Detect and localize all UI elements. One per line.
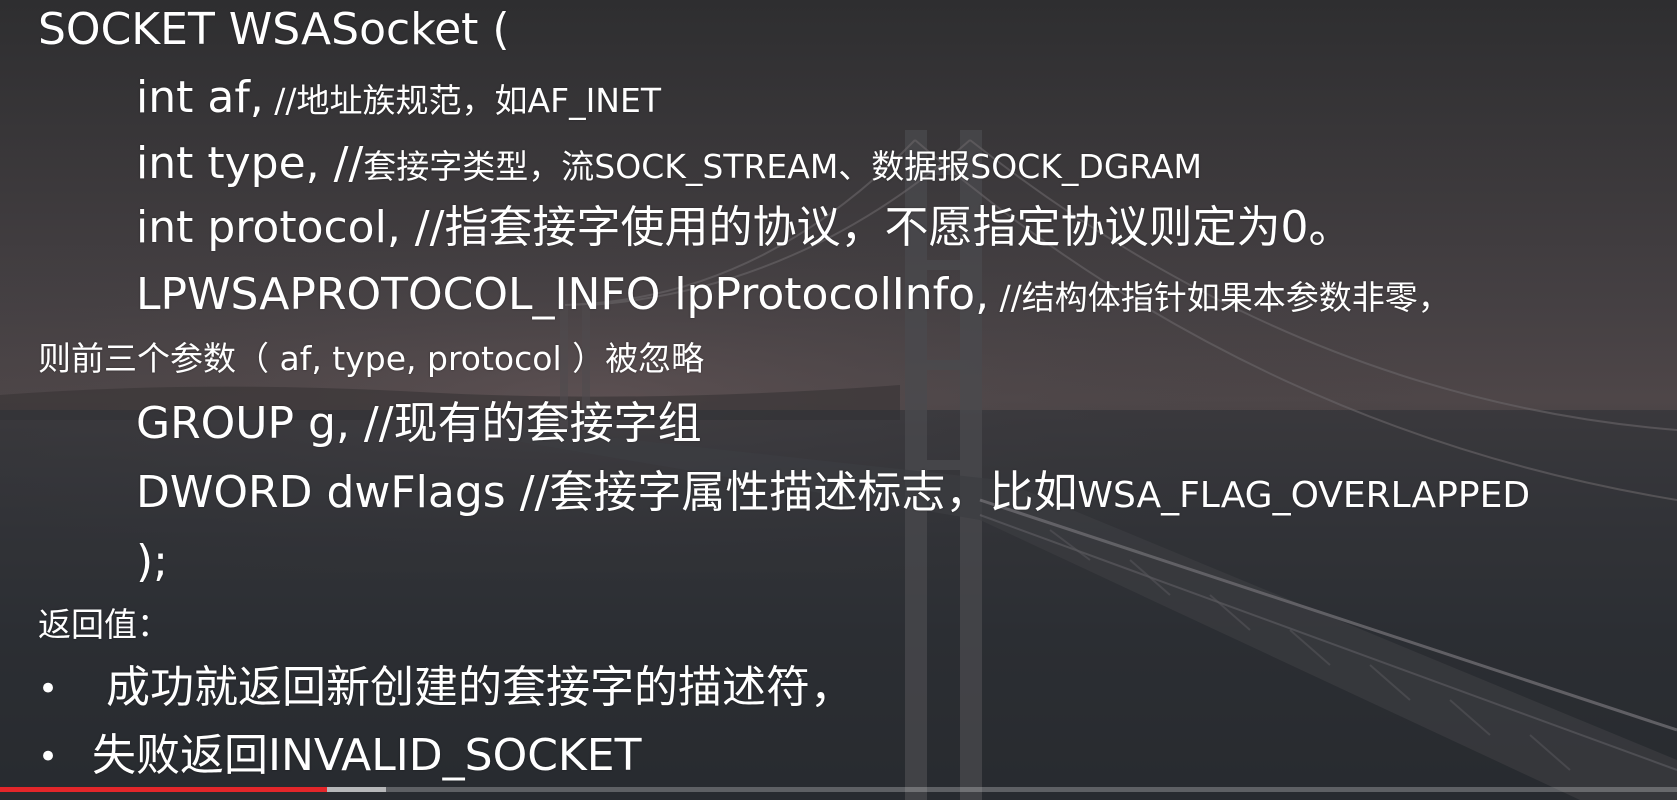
video-frame[interactable]: SOCKET WSASocket ( int af, //地址族规范，如AF_I…: [0, 0, 1677, 800]
param-type-comment: 套接字类型，流SOCK_STREAM、数据报SOCK_DGRAM: [363, 147, 1203, 186]
function-signature-text: SOCKET WSASocket (: [38, 4, 510, 55]
bullet-icon: •: [38, 669, 59, 709]
param-protocolinfo-comment: //结构体指针如果本参数非零，: [989, 278, 1451, 317]
function-signature-line: SOCKET WSASocket (: [38, 8, 510, 52]
video-progress-bar[interactable]: [0, 787, 1677, 792]
return-value-label: 返回值：: [38, 608, 170, 641]
bullet-icon: •: [38, 737, 59, 777]
param-protocol-code: int protocol, //指套接字使用的协议，不愿指定协议则定为0。: [136, 202, 1353, 253]
bullet-failure-text: 失败返回INVALID_SOCKET: [92, 730, 642, 781]
param-dwflags-code: DWORD dwFlags //套接字属性描述标志，比如: [136, 467, 1078, 518]
bullet-failure: 失败返回INVALID_SOCKET: [92, 734, 641, 778]
param-protocol-line: int protocol, //指套接字使用的协议，不愿指定协议则定为0。: [136, 206, 1352, 250]
param-protocolinfo-code: LPWSAPROTOCOL_INFO lpProtocolInfo,: [136, 269, 990, 320]
param-af-code: int af,: [136, 72, 264, 123]
param-dwflags-line: DWORD dwFlags //套接字属性描述标志，比如WSA_FLAG_OVE…: [136, 471, 1530, 515]
param-group-code: GROUP g, //现有的套接字组: [136, 398, 702, 449]
close-paren-text: );: [136, 536, 168, 587]
param-af-line: int af, //地址族规范，如AF_INET: [136, 76, 661, 120]
param-type-line: int type, //套接字类型，流SOCK_STREAM、数据报SOCK_D…: [136, 142, 1202, 186]
protocolinfo-wrap-text: 则前三个参数（ af, type, protocol ）被忽略: [38, 339, 705, 378]
param-dwflags-comment: WSA_FLAG_OVERLAPPED: [1077, 475, 1531, 516]
bullet-success-text: 成功就返回新创建的套接字的描述符，: [106, 662, 854, 713]
protocolinfo-wrap-line: 则前三个参数（ af, type, protocol ）被忽略: [38, 342, 704, 375]
param-type-code: int type, //: [136, 138, 364, 189]
close-paren-line: );: [136, 540, 168, 584]
param-protocolinfo-line: LPWSAPROTOCOL_INFO lpProtocolInfo, //结构体…: [136, 273, 1451, 317]
video-played-bar: [0, 787, 327, 792]
param-af-comment: //地址族规范，如AF_INET: [263, 81, 662, 120]
param-group-line: GROUP g, //现有的套接字组: [136, 402, 702, 446]
return-value-text: 返回值：: [38, 605, 170, 644]
bullet-success: 成功就返回新创建的套接字的描述符，: [106, 666, 854, 710]
